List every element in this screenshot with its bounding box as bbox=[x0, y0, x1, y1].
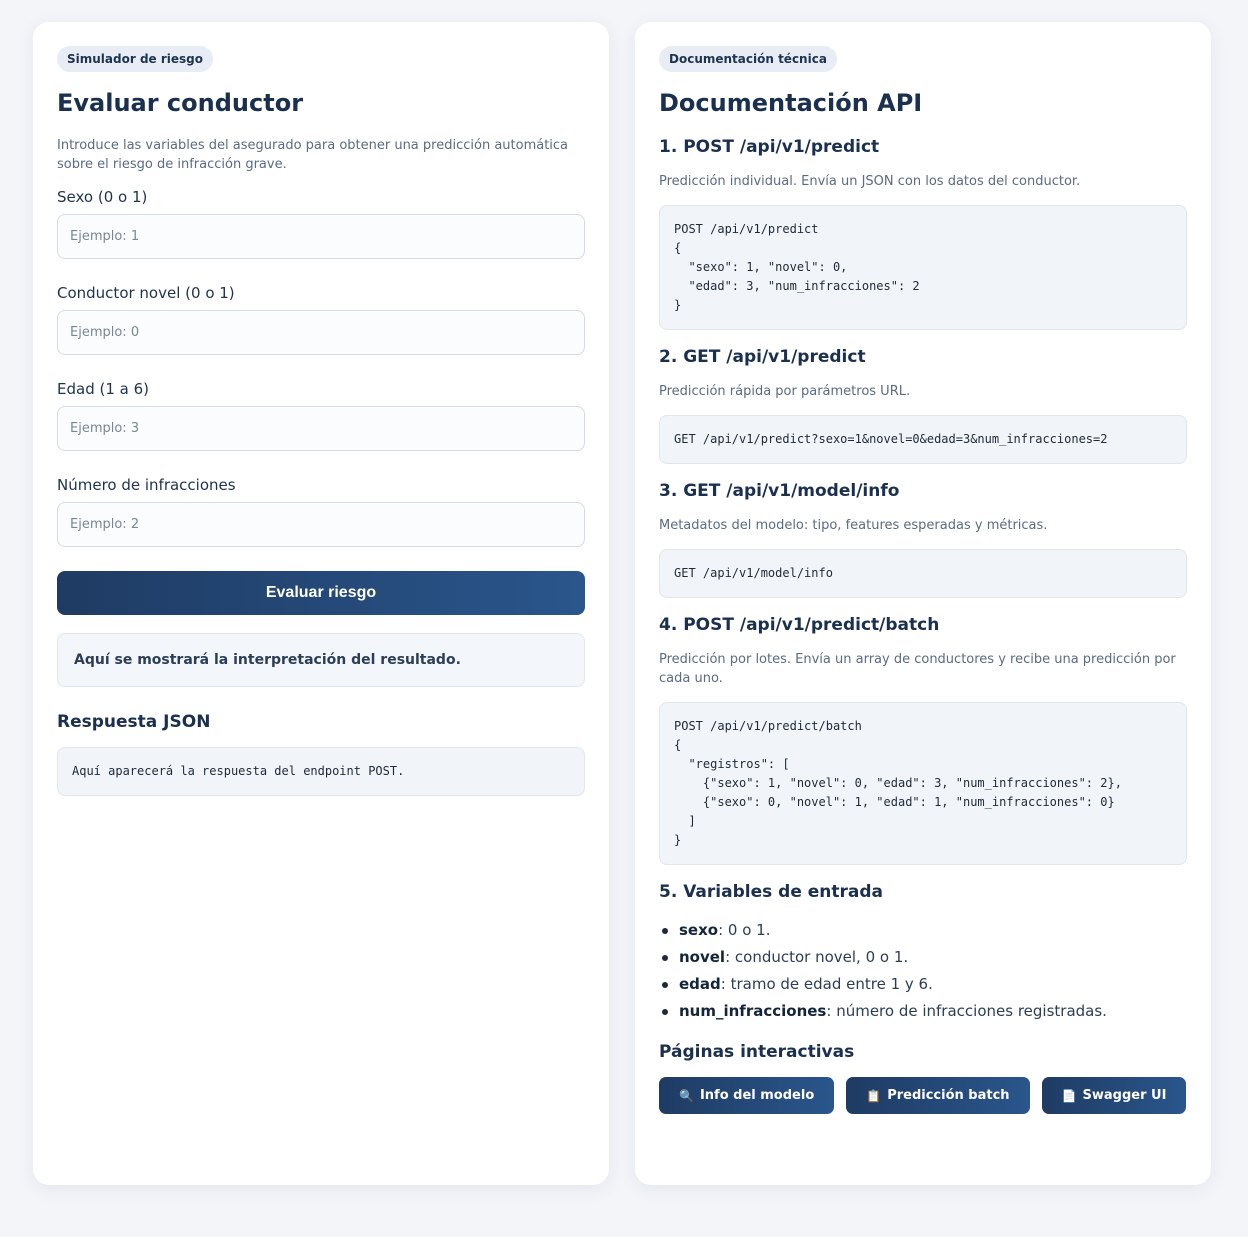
field-novel: Conductor novel (0 o 1) bbox=[57, 283, 585, 355]
list-item: novel: conductor novel, 0 o 1. bbox=[659, 948, 1187, 967]
section-get-predict-code: GET /api/v1/predict?sexo=1&novel=0&edad=… bbox=[659, 415, 1187, 464]
var-desc: : conductor novel, 0 o 1. bbox=[725, 948, 909, 966]
sexo-label: Sexo (0 o 1) bbox=[57, 188, 148, 206]
novel-input[interactable] bbox=[57, 310, 585, 355]
batch-prediction-button[interactable]: 📋 Predicción batch bbox=[846, 1077, 1030, 1114]
section-model-info-code: GET /api/v1/model/info bbox=[659, 549, 1187, 598]
var-desc: : número de infracciones registradas. bbox=[826, 1002, 1107, 1020]
json-response-title: Respuesta JSON bbox=[57, 712, 211, 732]
var-desc: : 0 o 1. bbox=[718, 921, 771, 939]
document-icon: 📄 bbox=[1061, 1088, 1077, 1103]
section-model-info-title: 3. GET /api/v1/model/info bbox=[659, 481, 900, 501]
model-info-label: Info del modelo bbox=[699, 1088, 815, 1103]
section-get-predict-desc: Predicción rápida por parámetros URL. bbox=[659, 384, 911, 399]
edad-input[interactable] bbox=[57, 406, 585, 451]
batch-prediction-label: Predicción batch bbox=[887, 1088, 1010, 1103]
section-post-predict-title: 1. POST /api/v1/predict bbox=[659, 137, 880, 157]
var-name: novel bbox=[679, 948, 726, 966]
sexo-input[interactable] bbox=[57, 214, 585, 259]
section-model-info-desc: Metadatos del modelo: tipo, features esp… bbox=[659, 518, 1048, 533]
var-name: sexo bbox=[679, 921, 719, 939]
simulator-intro: Introduce las variables del asegurado pa… bbox=[57, 138, 569, 172]
docs-badge: Documentación técnica bbox=[659, 46, 837, 72]
vars-list: sexo: 0 o 1. novel: conductor novel, 0 o… bbox=[659, 921, 1187, 1021]
clipboard-icon: 📋 bbox=[866, 1088, 882, 1103]
section-batch-title: 4. POST /api/v1/predict/batch bbox=[659, 615, 940, 635]
var-desc: : tramo de edad entre 1 y 6. bbox=[720, 975, 933, 993]
model-info-button[interactable]: 🔍 Info del modelo bbox=[659, 1077, 835, 1114]
simulator-card: Simulador de riesgo Evaluar conductor In… bbox=[33, 22, 609, 1185]
section-post-predict-desc: Predicción individual. Envía un JSON con… bbox=[659, 174, 1081, 189]
section-get-predict-title: 2. GET /api/v1/predict bbox=[659, 347, 866, 367]
api-docs-card: Documentación técnica Documentación API … bbox=[635, 22, 1211, 1185]
section-post-predict-code: POST /api/v1/predict { "sexo": 1, "novel… bbox=[659, 205, 1187, 330]
swagger-ui-button[interactable]: 📄 Swagger UI bbox=[1041, 1077, 1187, 1114]
evaluate-risk-button[interactable]: Evaluar riesgo bbox=[57, 571, 585, 615]
simulator-badge: Simulador de riesgo bbox=[57, 46, 213, 72]
novel-label: Conductor novel (0 o 1) bbox=[57, 284, 235, 302]
section-batch-desc: Predicción por lotes. Envía un array de … bbox=[659, 652, 1176, 686]
simulator-title: Evaluar conductor bbox=[57, 89, 304, 117]
field-edad: Edad (1 a 6) bbox=[57, 379, 585, 451]
section-batch-code: POST /api/v1/predict/batch { "registros"… bbox=[659, 702, 1187, 865]
swagger-ui-label: Swagger UI bbox=[1082, 1088, 1167, 1103]
list-item: num_infracciones: número de infracciones… bbox=[659, 1002, 1187, 1021]
list-item: sexo: 0 o 1. bbox=[659, 921, 1187, 940]
section-vars-title: 5. Variables de entrada bbox=[659, 882, 884, 902]
edad-label: Edad (1 a 6) bbox=[57, 380, 149, 398]
result-text: Aquí se mostrará la interpretación del r… bbox=[74, 652, 461, 668]
magnifier-icon: 🔍 bbox=[679, 1088, 694, 1103]
field-infracciones: Número de infracciones bbox=[57, 475, 585, 547]
var-name: edad bbox=[679, 975, 721, 993]
interactive-pages: 🔍 Info del modelo 📋 Predicción batch 📄 S… bbox=[659, 1077, 1187, 1114]
var-name: num_infracciones bbox=[679, 1002, 827, 1020]
list-item: edad: tramo de edad entre 1 y 6. bbox=[659, 975, 1187, 994]
result-interpretation: Aquí se mostrará la interpretación del r… bbox=[57, 633, 585, 687]
infracciones-input[interactable] bbox=[57, 502, 585, 547]
infracciones-label: Número de infracciones bbox=[57, 476, 236, 494]
interactive-pages-title: Páginas interactivas bbox=[659, 1042, 855, 1062]
docs-title: Documentación API bbox=[659, 89, 923, 117]
field-sexo: Sexo (0 o 1) bbox=[57, 187, 585, 259]
json-response-box: Aquí aparecerá la respuesta del endpoint… bbox=[57, 747, 585, 796]
